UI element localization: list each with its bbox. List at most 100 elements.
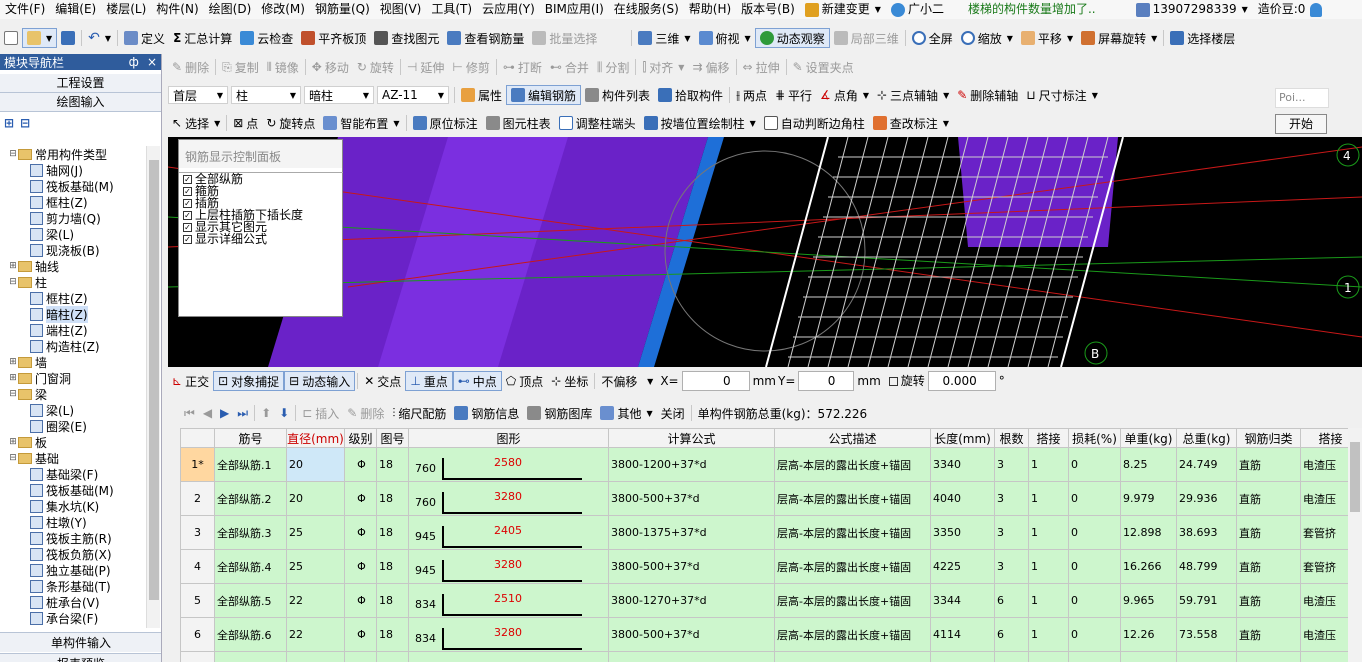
point-button[interactable]: ⊠ 点 bbox=[229, 113, 262, 133]
floor-select[interactable]: 首层 ▼ bbox=[168, 86, 228, 104]
partial-cell[interactable] bbox=[1028, 651, 1069, 662]
column-header[interactable]: 根数 bbox=[994, 428, 1029, 448]
partial-cell[interactable] bbox=[1176, 651, 1237, 662]
tree-item[interactable]: 集水坑(K) bbox=[0, 498, 146, 514]
shape-cell[interactable]: 834 2510 bbox=[408, 583, 609, 618]
set-pin-button[interactable]: ✎ 设置夹点 bbox=[789, 57, 858, 77]
merge-button[interactable]: ⊷ 合并 bbox=[546, 57, 593, 77]
cell-lap[interactable]: 1 bbox=[1028, 617, 1069, 652]
partial-cell[interactable] bbox=[1236, 651, 1301, 662]
batch-select-button[interactable]: 批量选择 bbox=[528, 28, 601, 48]
menu-tools[interactable]: 工具(T) bbox=[426, 0, 477, 19]
adjust-col-end-button[interactable]: 调整柱端头 bbox=[555, 113, 640, 133]
cell-grade[interactable]: Φ bbox=[344, 583, 377, 618]
grid-scrollbar[interactable] bbox=[1348, 428, 1362, 662]
column-header[interactable]: 长度(mm) bbox=[930, 428, 995, 448]
midpoint-toggle[interactable]: ⊷ 中点 bbox=[452, 371, 502, 391]
row-number[interactable]: 3 bbox=[180, 515, 215, 550]
single-elem-input-button[interactable]: 单构件输入 bbox=[0, 632, 161, 652]
menu-view[interactable]: 视图(V) bbox=[375, 0, 427, 19]
dyn-input-toggle[interactable]: ⊟ 动态输入 bbox=[284, 371, 356, 391]
view3d-button[interactable]: 三维 ▼ bbox=[634, 28, 694, 48]
cell-unit[interactable]: 9.979 bbox=[1120, 481, 1177, 516]
cell-fig[interactable]: 18 bbox=[376, 515, 409, 550]
cell-dia[interactable]: 22 bbox=[286, 617, 345, 652]
category-select[interactable]: 柱 ▼ bbox=[231, 86, 301, 104]
expand-icon[interactable]: ⊞ bbox=[8, 373, 18, 383]
checkbox-checked-icon[interactable]: ✓ bbox=[183, 234, 192, 244]
cell-formula[interactable]: 3800-1270+37*d bbox=[608, 583, 775, 618]
pick-elem-button[interactable]: 拾取构件 bbox=[654, 85, 727, 105]
menu-bim[interactable]: BIM应用(I) bbox=[540, 0, 609, 19]
new-change-menu[interactable]: 新建变更 ▼ bbox=[800, 0, 886, 19]
scale-rebar-button[interactable]: ⫶ 缩尺配筋 bbox=[388, 403, 450, 423]
y-input[interactable]: 0 bbox=[798, 371, 855, 391]
menu-floor[interactable]: 楼层(L) bbox=[101, 0, 151, 19]
tree-item[interactable]: 构造柱(Z) bbox=[0, 338, 146, 354]
cell-dia[interactable]: 25 bbox=[286, 549, 345, 584]
column-header[interactable]: 直径(mm) bbox=[286, 428, 345, 448]
close-grid-button[interactable]: 关闭 bbox=[657, 403, 689, 423]
cell-lap[interactable]: 1 bbox=[1028, 447, 1069, 482]
row-number[interactable] bbox=[180, 651, 215, 662]
cell-desc[interactable]: 层高-本层的露出长度+锚固 bbox=[774, 447, 931, 482]
shape-cell[interactable]: 760 3280 bbox=[408, 481, 609, 516]
move-down-button[interactable]: ⬇ bbox=[275, 403, 293, 423]
partial-cell[interactable] bbox=[608, 651, 775, 662]
partial-cell[interactable] bbox=[214, 651, 287, 662]
menu-draw[interactable]: 绘图(D) bbox=[204, 0, 257, 19]
cell-total[interactable]: 59.791 bbox=[1176, 583, 1237, 618]
next-record-button[interactable]: ▶ bbox=[216, 403, 233, 423]
row-number[interactable]: 5 bbox=[180, 583, 215, 618]
tree-folder[interactable]: ⊟ 常用构件类型 bbox=[0, 146, 146, 162]
open-file-button[interactable]: ▼ bbox=[22, 28, 58, 48]
cell-loss[interactable]: 0 bbox=[1068, 549, 1121, 584]
fullscreen-button[interactable]: 全屏 bbox=[908, 28, 957, 48]
column-header[interactable]: 计算公式 bbox=[608, 428, 775, 448]
checkbox-checked-icon[interactable]: ✓ bbox=[183, 174, 192, 184]
shape-cell[interactable]: 834 3280 bbox=[408, 617, 609, 652]
column-header[interactable]: 搭接 bbox=[1028, 428, 1069, 448]
cell-formula[interactable]: 3800-500+37*d bbox=[608, 617, 775, 652]
dim-button[interactable]: ⊔ 尺寸标注 ▼ bbox=[1022, 85, 1102, 105]
notice-text[interactable]: 楼梯的构件数量增加了.. bbox=[963, 0, 1101, 19]
point-angle-button[interactable]: ∡ 点角 ▼ bbox=[816, 85, 873, 105]
tree-item[interactable]: 框柱(Z) bbox=[0, 194, 146, 210]
tree-item[interactable]: 独立基础(P) bbox=[0, 562, 146, 578]
align-button[interactable]: ⫿ 对齐 ▼ bbox=[638, 57, 688, 77]
view-rebar-button[interactable]: 查看钢筋量 bbox=[443, 28, 528, 48]
cell-name[interactable]: 全部纵筋.4 bbox=[214, 549, 287, 584]
cell-cat[interactable]: 直筋 bbox=[1236, 515, 1301, 550]
cell-loss[interactable]: 0 bbox=[1068, 515, 1121, 550]
cell-formula[interactable]: 3800-500+37*d bbox=[608, 549, 775, 584]
cell-name[interactable]: 全部纵筋.3 bbox=[214, 515, 287, 550]
close-icon[interactable]: × bbox=[147, 55, 157, 69]
cell-dia[interactable]: 20 bbox=[286, 447, 345, 482]
rotate-point-button[interactable]: ↻ 旋转点 bbox=[262, 113, 319, 133]
expand-all-icon[interactable]: ⊞ bbox=[4, 116, 14, 130]
cell-desc[interactable]: 层高-本层的露出长度+锚固 bbox=[774, 583, 931, 618]
smart-layout-button[interactable]: 智能布置 ▼ bbox=[319, 113, 403, 133]
cell-fig[interactable]: 18 bbox=[376, 617, 409, 652]
3d-viewport[interactable]: 4 1 B 钢筋显示控制面板 ✓ 全部纵筋 ✓ 箍筋 ✓ 插筋 ✓ 上层柱插筋下插长度 ✓ 显示其… bbox=[168, 137, 1362, 367]
property-button[interactable]: 属性 bbox=[457, 85, 506, 105]
cell-cat[interactable]: 直筋 bbox=[1236, 583, 1301, 618]
tree-item[interactable]: 梁(L) bbox=[0, 226, 146, 242]
dynamic-view-button[interactable]: 动态观察 bbox=[754, 28, 830, 48]
drawing-input-button[interactable]: 绘图输入 bbox=[0, 93, 161, 112]
elem-list-button[interactable]: 构件列表 bbox=[581, 85, 654, 105]
column-header[interactable]: 总重(kg) bbox=[1176, 428, 1237, 448]
vertex-toggle[interactable]: ⬠ 顶点 bbox=[502, 371, 547, 391]
pin-icon[interactable]: ф bbox=[129, 55, 139, 69]
tree-item[interactable]: 筏板主筋(R) bbox=[0, 530, 146, 546]
mirror-button[interactable]: ⫴ 镜像 bbox=[263, 57, 303, 77]
tree-folder[interactable]: ⊟ 梁 bbox=[0, 386, 146, 402]
cell-total[interactable]: 48.799 bbox=[1176, 549, 1237, 584]
insert-button[interactable]: ⊏ 插入 bbox=[298, 403, 343, 423]
cell-fig[interactable]: 18 bbox=[376, 447, 409, 482]
flush-slab-button[interactable]: 平齐板顶 bbox=[297, 28, 370, 48]
checkbox-checked-icon[interactable]: ✓ bbox=[183, 222, 192, 232]
cell-formula[interactable]: 3800-1375+37*d bbox=[608, 515, 775, 550]
cell-cat[interactable]: 直筋 bbox=[1236, 617, 1301, 652]
endpoint-toggle[interactable]: ⊥ 重点 bbox=[405, 371, 453, 391]
